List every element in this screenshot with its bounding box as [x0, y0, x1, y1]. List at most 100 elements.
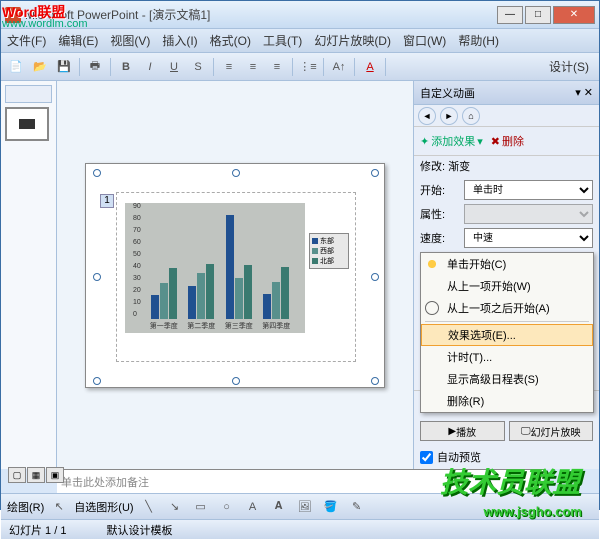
sorter-view-icon[interactable]: ▦ — [27, 467, 45, 483]
menu-window[interactable]: 窗口(W) — [403, 32, 446, 49]
menu-view[interactable]: 视图(V) — [110, 32, 150, 49]
ctx-with-previous[interactable]: 从上一项开始(W) — [421, 275, 593, 297]
save-icon[interactable]: 💾 — [53, 56, 75, 78]
resize-handle[interactable] — [93, 273, 101, 281]
line-color-icon[interactable]: ✎ — [346, 496, 368, 518]
open-icon[interactable]: 📂 — [29, 56, 51, 78]
toolbar: 📄 📂 💾 🖶 B I U S ≡ ≡ ≡ ⋮≡ A↑ A 设计(S) — [1, 53, 599, 81]
menubar: 文件(F) 编辑(E) 视图(V) 插入(I) 格式(O) 工具(T) 幻灯片放… — [1, 29, 599, 53]
oval-icon[interactable]: ○ — [216, 496, 238, 518]
menu-edit[interactable]: 编辑(E) — [58, 32, 98, 49]
speed-label: 速度: — [420, 230, 460, 246]
menu-help[interactable]: 帮助(H) — [458, 32, 499, 49]
watermark-br-url: www.jsgho.com — [484, 504, 582, 519]
align-right-icon[interactable]: ≡ — [266, 56, 288, 78]
slide-thumbnail[interactable]: 1 — [5, 107, 49, 141]
outline-tab[interactable] — [5, 85, 52, 103]
ctx-timing[interactable]: 计时(T)... — [421, 346, 593, 368]
resize-handle[interactable] — [371, 273, 379, 281]
bullets-icon[interactable]: ⋮≡ — [297, 56, 319, 78]
align-left-icon[interactable]: ≡ — [218, 56, 240, 78]
remove-effect-button[interactable]: ✖ 删除 — [491, 133, 524, 149]
play-button[interactable]: ▶ 播放 — [420, 421, 505, 441]
design-button[interactable]: 设计(S) — [543, 58, 595, 75]
menu-tools[interactable]: 工具(T) — [263, 32, 302, 49]
slideshow-view-icon[interactable]: ▣ — [46, 467, 64, 483]
template-name: 默认设计模板 — [106, 522, 172, 538]
textbox-icon[interactable]: A — [242, 496, 264, 518]
taskpane-title: 自定义动画 ▾ ✕ — [414, 81, 599, 105]
line-icon[interactable]: ╲ — [138, 496, 160, 518]
taskpane-dropdown-icon[interactable]: ▾ ✕ — [575, 86, 593, 99]
autopreview-checkbox[interactable] — [420, 451, 433, 464]
clock-icon — [425, 301, 439, 315]
chart-object[interactable]: 0102030405060708090 第一季度第二季度第三季度第四季度 东部西… — [116, 192, 356, 362]
menu-insert[interactable]: 插入(I) — [162, 32, 197, 49]
add-effect-button[interactable]: ✦ 添加效果 ▾ — [420, 133, 483, 149]
clipart-icon[interactable]: 🖼 — [294, 496, 316, 518]
new-icon[interactable]: 📄 — [5, 56, 27, 78]
bold-icon[interactable]: B — [115, 56, 137, 78]
thumb-number: 1 — [0, 111, 1, 122]
italic-icon[interactable]: I — [139, 56, 161, 78]
slideshow-button[interactable]: 🖵 幻灯片放映 — [509, 421, 594, 441]
font-color-icon[interactable]: A — [359, 56, 381, 78]
speed-select[interactable]: 中速 — [464, 228, 593, 248]
menu-slideshow[interactable]: 幻灯片放映(D) — [314, 32, 391, 49]
minimize-button[interactable]: — — [497, 6, 523, 24]
menu-file[interactable]: 文件(F) — [7, 32, 46, 49]
property-label: 属性: — [420, 206, 460, 222]
normal-view-icon[interactable]: ▢ — [8, 467, 26, 483]
shadow-icon[interactable]: S — [187, 56, 209, 78]
pointer-icon[interactable]: ↖ — [48, 496, 70, 518]
resize-handle[interactable] — [93, 169, 101, 177]
resize-handle[interactable] — [371, 169, 379, 177]
ctx-click-start[interactable]: 单击开始(C) — [421, 253, 593, 275]
chart-bars — [145, 215, 295, 319]
view-buttons: ▢ ▦ ▣ — [8, 467, 64, 483]
modify-label: 修改: 渐变 — [414, 156, 599, 176]
underline-icon[interactable]: U — [163, 56, 185, 78]
back-icon[interactable]: ◄ — [418, 107, 436, 125]
home-icon[interactable]: ⌂ — [462, 107, 480, 125]
resize-handle[interactable] — [232, 377, 240, 385]
forward-icon[interactable]: ► — [440, 107, 458, 125]
slide[interactable]: 1 0102030405060708090 — [85, 163, 385, 388]
context-menu: 单击开始(C) 从上一项开始(W) 从上一项之后开始(A) 效果选项(E)...… — [420, 252, 594, 413]
rect-icon[interactable]: ▭ — [190, 496, 212, 518]
resize-handle[interactable] — [371, 377, 379, 385]
wordart-icon[interactable]: 𝐀 — [268, 496, 290, 518]
ctx-advanced-timeline[interactable]: 显示高级日程表(S) — [421, 368, 593, 390]
watermark-br-logo: 技术员联盟 — [440, 461, 580, 501]
chart-plot-area: 0102030405060708090 第一季度第二季度第三季度第四季度 — [125, 203, 305, 333]
arrow-icon[interactable]: ↘ — [164, 496, 186, 518]
start-label: 开始: — [420, 182, 460, 198]
resize-handle[interactable] — [232, 169, 240, 177]
chart-legend: 东部西部北部 — [309, 233, 349, 269]
chart-thumb-icon — [19, 119, 35, 129]
fill-icon[interactable]: 🪣 — [320, 496, 342, 518]
slide-count: 幻灯片 1 / 1 — [9, 522, 66, 538]
start-select[interactable]: 单击时 — [464, 180, 593, 200]
mouse-icon — [425, 257, 439, 271]
thumbnail-panel: 1 — [1, 81, 57, 469]
statusbar: 幻灯片 1 / 1 默认设计模板 — [1, 519, 599, 539]
draw-menu[interactable]: 绘图(R) — [7, 499, 44, 515]
ctx-delete[interactable]: 删除(R) — [421, 390, 593, 412]
align-center-icon[interactable]: ≡ — [242, 56, 264, 78]
taskpane-nav: ◄ ► ⌂ — [414, 105, 599, 127]
font-size-up-icon[interactable]: A↑ — [328, 56, 350, 78]
maximize-button[interactable]: □ — [525, 6, 551, 24]
x-axis: 第一季度第二季度第三季度第四季度 — [145, 321, 295, 331]
resize-handle[interactable] — [93, 377, 101, 385]
print-icon[interactable]: 🖶 — [84, 56, 106, 78]
close-button[interactable]: ✕ — [553, 6, 595, 24]
autoshapes-menu[interactable]: 自选图形(U) — [74, 499, 133, 515]
taskpane-title-label: 自定义动画 — [420, 85, 475, 101]
ctx-effect-options[interactable]: 效果选项(E)... — [421, 324, 593, 346]
y-axis: 0102030405060708090 — [133, 203, 145, 319]
menu-format[interactable]: 格式(O) — [210, 32, 251, 49]
ctx-after-previous[interactable]: 从上一项之后开始(A) — [421, 297, 593, 319]
slide-editor: 1 0102030405060708090 — [57, 81, 413, 469]
property-select — [464, 204, 593, 224]
